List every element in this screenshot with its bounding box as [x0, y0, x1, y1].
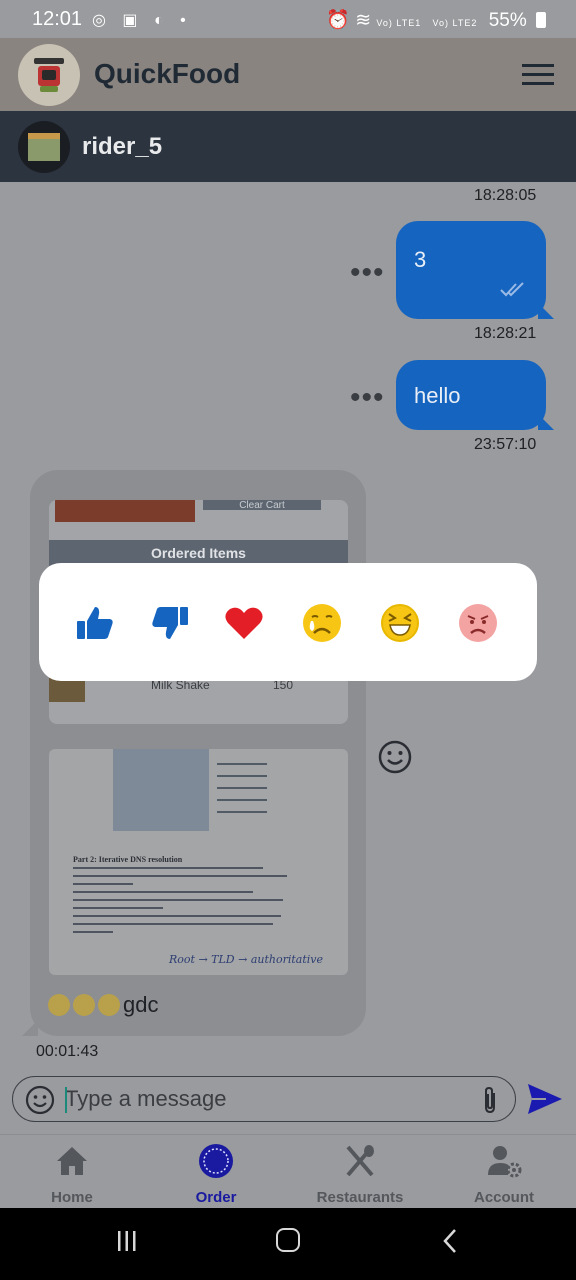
nav-label: Restaurants	[316, 1189, 404, 1206]
doc-heading: Part 2: Iterative DNS resolution	[73, 855, 183, 864]
wifi-icon: ≋	[355, 10, 372, 31]
status-right: ⏰ ≋ Vo) LTE1 Vo) LTE2 55%	[326, 8, 546, 32]
doc-figure	[113, 749, 209, 831]
system-navigation-bar	[0, 1208, 576, 1280]
nav-label: Account	[474, 1189, 534, 1206]
message-timestamp: 23:57:10	[474, 436, 537, 453]
message-options-icon[interactable]: •••	[350, 258, 385, 288]
nav-home[interactable]: Home	[0, 1135, 144, 1209]
food-image	[55, 500, 195, 522]
notification-icons: ◎ ▣ ◐ •	[92, 12, 192, 29]
message-timestamp: 18:28:05	[474, 187, 537, 204]
hamburger-menu-icon[interactable]	[522, 64, 554, 86]
message-timestamp: 18:28:21	[474, 325, 537, 342]
doc-annotations	[211, 753, 281, 833]
back-icon[interactable]	[440, 1228, 460, 1254]
home-button-icon[interactable]	[276, 1228, 300, 1252]
account-gear-icon	[488, 1146, 522, 1178]
alarm-icon: ⏰	[326, 10, 350, 31]
bottom-navigation: Home Order Restaurants Account	[0, 1134, 576, 1208]
sim2-label: Vo) LTE2	[432, 18, 478, 28]
text-caret	[65, 1087, 67, 1113]
heart-icon[interactable]	[224, 603, 264, 643]
message-options-icon[interactable]: •••	[350, 383, 385, 413]
nav-label: Home	[51, 1189, 93, 1206]
status-time: 12:01	[32, 8, 83, 30]
clear-cart-label: Clear Cart	[203, 500, 321, 511]
outgoing-message[interactable]: 3	[396, 221, 554, 319]
unamused-face-icon	[73, 994, 95, 1016]
message-text: hello	[414, 383, 461, 408]
doc-text-lines	[73, 867, 289, 939]
recents-icon[interactable]	[116, 1230, 138, 1252]
home-icon	[57, 1147, 87, 1175]
app-logo	[18, 44, 80, 106]
nav-restaurants[interactable]: Restaurants	[288, 1135, 432, 1209]
thumbs-down-icon[interactable]	[150, 603, 190, 643]
message-caption: gdc	[48, 992, 158, 1018]
document-image-attachment[interactable]: Part 2: Iterative DNS resolution Root → …	[49, 749, 348, 975]
laughing-face-icon[interactable]	[380, 603, 420, 643]
reaction-picker	[39, 563, 537, 681]
doc-handwriting: Root → TLD → authoritative	[169, 953, 324, 966]
message-text: 3	[414, 247, 427, 272]
grinning-squinting-face-icon	[98, 994, 120, 1016]
battery-percent: 55%	[488, 10, 527, 31]
frowning-face-icon	[48, 994, 70, 1016]
attachment-icon[interactable]	[479, 1085, 501, 1115]
angry-face-icon[interactable]	[458, 603, 498, 643]
nav-label: Order	[195, 1189, 237, 1206]
emoji-picker-icon[interactable]	[25, 1085, 55, 1115]
chat-header: rider_5	[0, 111, 576, 182]
nav-account[interactable]: Account	[432, 1135, 576, 1209]
app-title: QuickFood	[94, 58, 241, 89]
message-input[interactable]	[65, 1083, 465, 1115]
add-reaction-icon[interactable]	[378, 740, 412, 774]
message-timestamp: 00:01:43	[36, 1043, 99, 1060]
send-icon[interactable]	[526, 1082, 564, 1116]
thumbs-up-icon[interactable]	[75, 603, 115, 643]
fork-knife-icon	[346, 1145, 374, 1177]
item-thumbnail	[49, 678, 85, 702]
sim1-label: Vo) LTE1	[376, 18, 422, 28]
outgoing-message[interactable]: hello	[396, 360, 554, 430]
contact-avatar[interactable]	[18, 121, 70, 173]
order-icon	[199, 1144, 233, 1178]
robot-logo-icon	[34, 58, 64, 92]
incoming-message[interactable]: Clear Cart Ordered Items Milk Shake 150 …	[22, 470, 366, 1036]
crying-face-icon[interactable]	[302, 603, 342, 643]
nav-order[interactable]: Order	[144, 1135, 288, 1209]
read-receipt-icon	[500, 282, 524, 297]
message-composer	[12, 1076, 516, 1122]
status-bar: 12:01 ◎ ▣ ◐ • ⏰ ≋ Vo) LTE1 Vo) LTE2 55%	[0, 0, 576, 38]
contact-name[interactable]: rider_5	[82, 133, 162, 161]
app-bar: QuickFood	[0, 38, 576, 111]
caption-text: gdc	[123, 992, 159, 1017]
battery-icon	[536, 12, 546, 28]
